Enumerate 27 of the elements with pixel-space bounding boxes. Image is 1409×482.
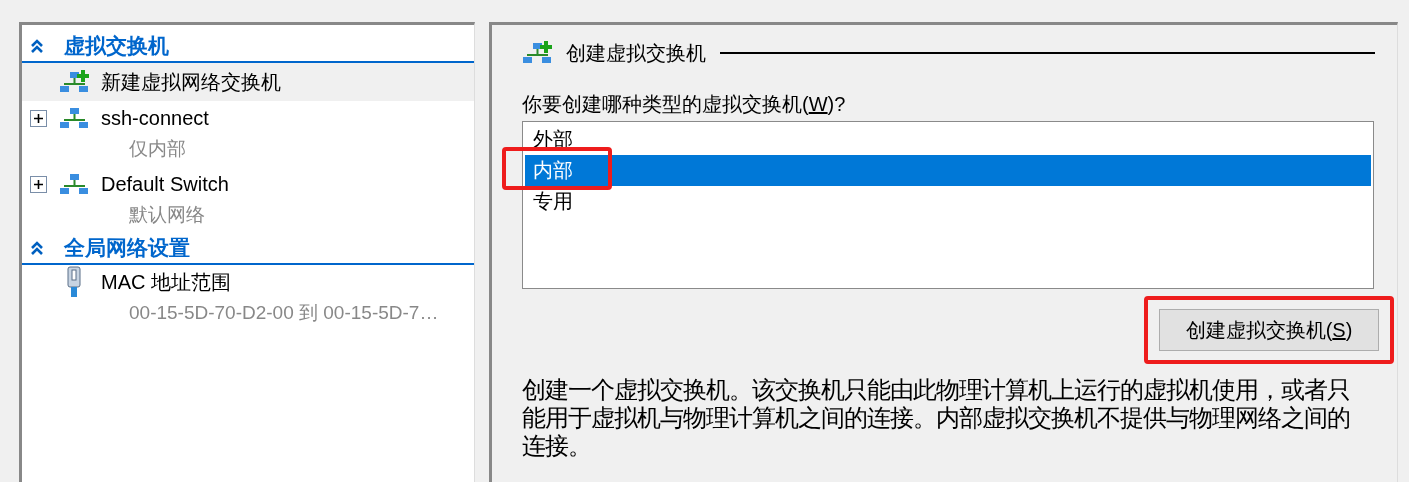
description-text: 创建一个虚拟交换机。该交换机只能由此物理计算机上运行的虚拟机使用，或者只能用于虚拟机与物理计算机之间的连接。内部虚拟交换机不提供与物理网络之间的连接。 [522, 376, 1351, 460]
collapse-icon[interactable] [30, 241, 44, 255]
list-option[interactable]: 专用 [525, 186, 1371, 217]
expand-box-icon[interactable] [30, 109, 47, 127]
sidebar-item[interactable]: Default Switch 默认网络 [22, 167, 474, 233]
cable-plug-icon [66, 266, 82, 298]
item-label: Default Switch [101, 172, 229, 197]
sidebar-item[interactable]: MAC 地址范围 00-15-5D-70-D2-00 到 00-15-5D-7… [22, 265, 474, 331]
section-header[interactable]: 全局网络设置 [22, 233, 474, 265]
sidebar-item[interactable]: 新建虚拟网络交换机 [22, 63, 474, 101]
expand-box-icon[interactable] [30, 175, 47, 193]
item-label: 新建虚拟网络交换机 [101, 70, 281, 95]
create-switch-button[interactable]: 创建虚拟交换机(S) [1159, 309, 1379, 351]
question-label: 你要创建哪种类型的虚拟交换机(W)? [522, 92, 847, 117]
new-network-icon [59, 70, 89, 94]
item-subtitle: 默认网络 [128, 203, 206, 227]
item-label: MAC 地址范围 [101, 270, 231, 295]
item-label: ssh-connect [101, 106, 209, 131]
network-icon [59, 172, 89, 196]
collapse-icon[interactable] [30, 39, 44, 53]
list-option[interactable]: 内部 [525, 155, 1371, 186]
item-subtitle: 仅内部 [128, 137, 187, 161]
network-icon [59, 106, 89, 130]
sidebar-item[interactable]: ssh-connect 仅内部 [22, 101, 474, 167]
item-subtitle: 00-15-5D-70-D2-00 到 00-15-5D-7… [128, 301, 440, 325]
section-title: 创建虚拟交换机 [566, 41, 706, 66]
new-network-icon [522, 41, 552, 65]
